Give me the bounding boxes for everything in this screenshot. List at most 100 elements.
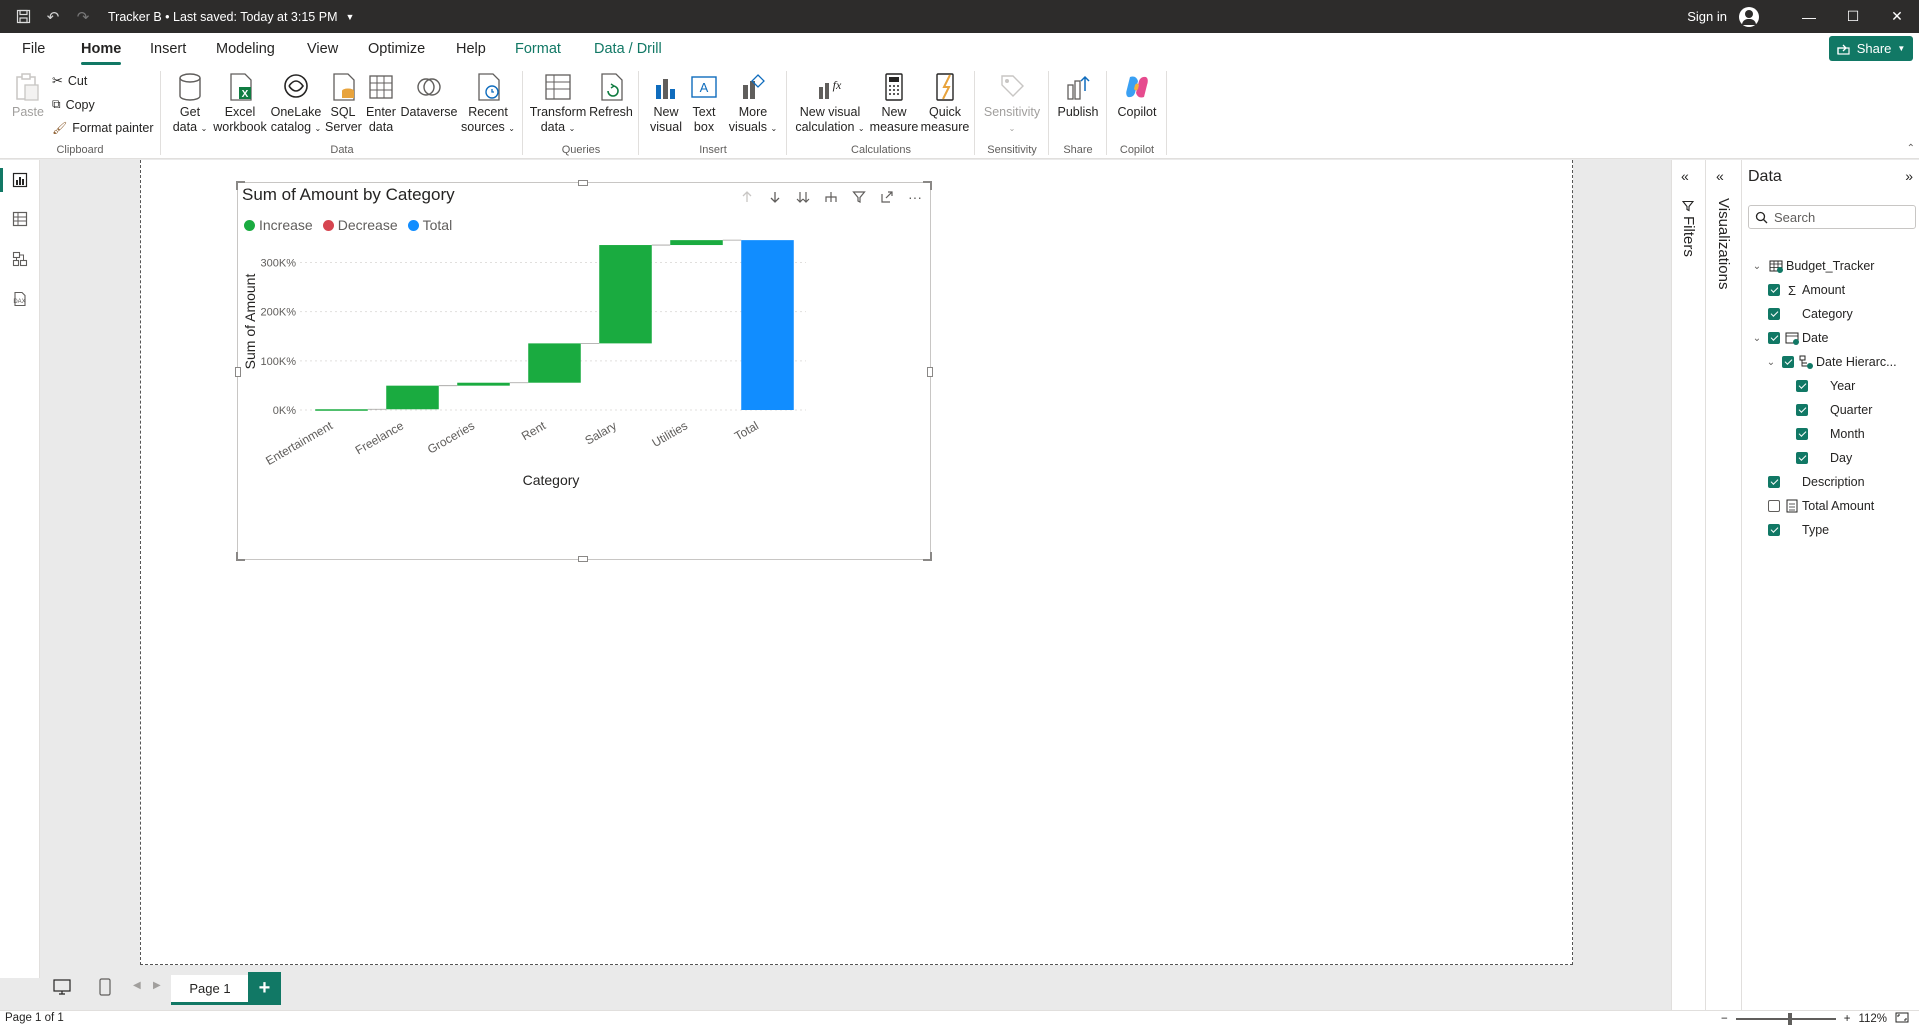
next-page-icon[interactable]: ▶: [153, 980, 161, 991]
field-checkbox[interactable]: [1768, 284, 1780, 296]
zoom-in-icon[interactable]: +: [1844, 1013, 1851, 1025]
field-checkbox[interactable]: [1796, 452, 1808, 464]
resize-handle-bottom-right[interactable]: [923, 552, 932, 561]
sensitivity-button[interactable]: Sensitivity ⌄: [980, 71, 1044, 136]
chevron-down-icon[interactable]: ⌄: [1750, 333, 1764, 344]
field-item-category[interactable]: Category: [1750, 303, 1853, 325]
tab-help[interactable]: Help: [456, 33, 486, 67]
page-tab-1[interactable]: Page 1: [171, 975, 249, 1005]
filters-pane-label[interactable]: Filters: [1680, 216, 1697, 257]
tab-home[interactable]: Home: [81, 33, 122, 67]
fit-to-page-icon[interactable]: [1895, 1012, 1909, 1026]
recent-sources-button[interactable]: Recent sources ⌄: [458, 71, 518, 136]
resize-handle-top-left[interactable]: [236, 181, 245, 190]
zoom-slider-thumb[interactable]: [1787, 1013, 1792, 1025]
field-item-budget-tracker[interactable]: ⌄ Budget_Tracker: [1750, 255, 1874, 277]
dataverse-button[interactable]: Dataverse: [400, 71, 458, 120]
field-item-day[interactable]: Day: [1778, 447, 1852, 469]
tab-optimize[interactable]: Optimize: [368, 33, 425, 67]
resize-handle-left[interactable]: [235, 367, 241, 377]
zoom-out-icon[interactable]: −: [1721, 1013, 1728, 1025]
field-item-date-hierarc[interactable]: ⌄ Date Hierarc...: [1764, 351, 1897, 373]
mobile-layout-icon[interactable]: [99, 978, 111, 999]
field-checkbox[interactable]: [1796, 428, 1808, 440]
field-item-year[interactable]: Year: [1778, 375, 1855, 397]
new-visual-calculation-button[interactable]: fx New visual calculation ⌄: [794, 71, 866, 136]
chevron-down-icon[interactable]: ⌄: [1750, 261, 1764, 272]
transform-data-button[interactable]: Transform data ⌄: [528, 71, 588, 136]
field-checkbox[interactable]: [1768, 308, 1780, 320]
tab-data-drill[interactable]: Data / Drill: [594, 33, 662, 67]
quick-measure-button[interactable]: Quick measure: [920, 71, 970, 135]
paste-button[interactable]: Paste: [12, 71, 44, 120]
collapse-data-pane-icon[interactable]: »: [1905, 168, 1913, 184]
field-item-month[interactable]: Month: [1778, 423, 1865, 445]
field-item-amount[interactable]: Σ Amount: [1750, 279, 1845, 301]
refresh-button[interactable]: Refresh: [588, 71, 634, 120]
format-painter-button[interactable]: 🖌 Format painter: [52, 121, 154, 135]
field-item-quarter[interactable]: Quarter: [1778, 399, 1872, 421]
publish-button[interactable]: Publish: [1056, 71, 1100, 120]
redo-icon[interactable]: ↷: [68, 0, 98, 33]
get-data-button[interactable]: Get data ⌄: [170, 71, 210, 136]
field-item-total-amount[interactable]: Total Amount: [1750, 495, 1874, 517]
tab-view[interactable]: View: [307, 33, 338, 67]
tab-file[interactable]: File: [22, 33, 45, 67]
sql-server-button[interactable]: SQL Server: [325, 71, 362, 135]
collapse-filters-icon[interactable]: «: [1681, 168, 1689, 184]
field-item-date[interactable]: ⌄ Date: [1750, 327, 1828, 349]
expand-visualizations-icon[interactable]: «: [1716, 168, 1724, 184]
search-input[interactable]: [1774, 209, 1904, 225]
close-icon[interactable]: ✕: [1875, 0, 1919, 33]
previous-page-icon[interactable]: ◀: [133, 980, 141, 991]
field-checkbox[interactable]: [1768, 476, 1780, 488]
collapse-ribbon-icon[interactable]: ⌃: [1907, 143, 1915, 154]
model-view-button[interactable]: [0, 239, 40, 279]
share-button[interactable]: Share ▼: [1829, 36, 1913, 61]
chevron-down-icon[interactable]: ⌄: [1764, 357, 1778, 368]
copilot-button[interactable]: Copilot: [1114, 71, 1160, 120]
resize-handle-top[interactable]: [578, 180, 588, 186]
field-checkbox[interactable]: [1782, 356, 1794, 368]
minimize-icon[interactable]: —: [1787, 0, 1831, 33]
new-visual-button[interactable]: New visual: [648, 71, 684, 135]
sign-in-link[interactable]: Sign in: [1687, 9, 1727, 24]
resize-handle-bottom-left[interactable]: [236, 552, 245, 561]
table-view-button[interactable]: [0, 199, 40, 239]
onelake-catalog-button[interactable]: OneLake catalog ⌄: [268, 71, 324, 136]
field-checkbox[interactable]: [1768, 332, 1780, 344]
resize-handle-right[interactable]: [927, 367, 933, 377]
field-checkbox[interactable]: [1796, 380, 1808, 392]
report-view-button[interactable]: [0, 160, 40, 200]
new-measure-button[interactable]: New measure: [868, 71, 920, 135]
user-avatar-icon[interactable]: [1739, 6, 1759, 27]
tab-insert[interactable]: Insert: [150, 33, 186, 67]
waterfall-chart-visual[interactable]: Sum of Amount by Category ··· Increase D…: [235, 180, 933, 562]
tab-modeling[interactable]: Modeling: [216, 33, 275, 67]
add-page-button[interactable]: +: [248, 972, 281, 1005]
title-dropdown-icon[interactable]: ▼: [346, 12, 355, 22]
text-box-button[interactable]: A Text box: [688, 71, 720, 135]
maximize-icon[interactable]: ☐: [1831, 0, 1875, 33]
field-checkbox[interactable]: [1768, 524, 1780, 536]
desktop-layout-icon[interactable]: [53, 979, 71, 998]
enter-data-button[interactable]: Enter data: [363, 71, 399, 135]
file-title[interactable]: Tracker B • Last saved: Today at 3:15 PM: [108, 10, 338, 24]
zoom-slider[interactable]: [1735, 1013, 1836, 1025]
dax-query-view-button[interactable]: DAX: [0, 279, 40, 319]
cut-button[interactable]: ✂ Cut: [52, 73, 87, 89]
resize-handle-bottom[interactable]: [578, 556, 588, 562]
copy-button[interactable]: ⧉ Copy: [52, 97, 95, 112]
visualizations-pane-label[interactable]: Visualizations: [1715, 198, 1732, 289]
field-checkbox[interactable]: [1768, 500, 1780, 512]
more-visuals-button[interactable]: More visuals ⌄: [724, 71, 782, 136]
save-icon[interactable]: [8, 0, 38, 33]
resize-handle-top-right[interactable]: [923, 181, 932, 190]
data-search-box[interactable]: [1748, 205, 1916, 229]
tab-format[interactable]: Format: [515, 33, 561, 67]
undo-icon[interactable]: ↶: [38, 0, 68, 33]
excel-workbook-button[interactable]: X Excel workbook: [210, 71, 270, 135]
field-item-type[interactable]: Type: [1750, 519, 1829, 541]
field-checkbox[interactable]: [1796, 404, 1808, 416]
field-item-description[interactable]: Description: [1750, 471, 1865, 493]
